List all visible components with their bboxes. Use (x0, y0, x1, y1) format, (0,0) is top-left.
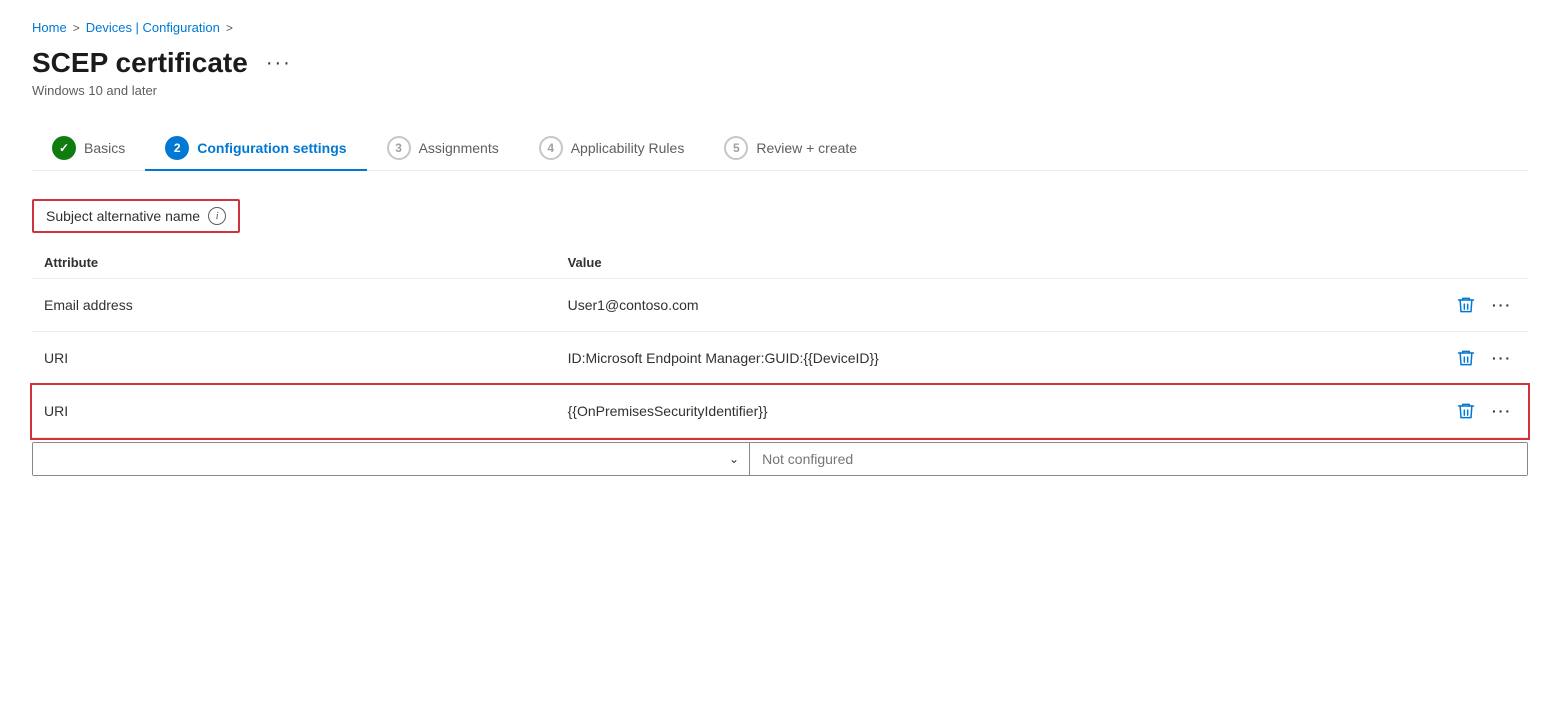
tab-applicability-number: 4 (547, 141, 554, 155)
tab-configuration-icon: 2 (165, 136, 189, 160)
cell-value: ID:Microsoft Endpoint Manager:GUID:{{Dev… (556, 332, 1379, 385)
breadcrumb-sep-1: > (73, 21, 80, 35)
cell-attribute: URI (32, 385, 556, 438)
breadcrumb: Home > Devices | Configuration > (32, 20, 1528, 35)
bottom-add-row: Email address URI User principal name ⌄ (32, 442, 1528, 476)
delete-row-button[interactable] (1452, 291, 1480, 319)
row-more-button[interactable]: ··· (1488, 346, 1516, 370)
value-input[interactable] (750, 443, 1527, 475)
tab-review-icon: 5 (724, 136, 748, 160)
tab-review[interactable]: 5 Review + create (704, 126, 877, 170)
breadcrumb-sep-2: > (226, 21, 233, 35)
tab-basics-label: Basics (84, 140, 125, 156)
attribute-table: Attribute Value Email addressUser1@conto… (32, 247, 1528, 438)
delete-row-button[interactable] (1452, 344, 1480, 372)
section-label-box: Subject alternative name i (32, 199, 240, 233)
col-header-actions (1378, 247, 1528, 279)
tab-review-label: Review + create (756, 140, 857, 156)
cell-actions: ··· (1378, 332, 1528, 385)
delete-row-button[interactable] (1452, 397, 1480, 425)
cell-value: User1@contoso.com (556, 279, 1379, 332)
row-more-button[interactable]: ··· (1488, 293, 1516, 317)
checkmark-icon: ✓ (59, 141, 69, 155)
content-section: Subject alternative name i Attribute Val… (32, 199, 1528, 476)
table-row: URIID:Microsoft Endpoint Manager:GUID:{{… (32, 332, 1528, 385)
tab-configuration[interactable]: 2 Configuration settings (145, 126, 366, 170)
trash-icon (1456, 295, 1476, 315)
cell-actions: ··· (1378, 279, 1528, 332)
table-row: Email addressUser1@contoso.com ··· (32, 279, 1528, 332)
tab-applicability[interactable]: 4 Applicability Rules (519, 126, 705, 170)
row-more-button[interactable]: ··· (1488, 399, 1516, 423)
cell-actions: ··· (1378, 385, 1528, 438)
tab-configuration-label: Configuration settings (197, 140, 346, 156)
breadcrumb-home[interactable]: Home (32, 20, 67, 35)
tab-configuration-number: 2 (174, 141, 181, 155)
cell-attribute: URI (32, 332, 556, 385)
attribute-dropdown[interactable]: Email address URI User principal name (33, 443, 749, 475)
trash-icon (1456, 401, 1476, 421)
more-options-button[interactable]: ··· (260, 48, 298, 79)
tab-assignments-label: Assignments (419, 140, 499, 156)
tab-assignments[interactable]: 3 Assignments (367, 126, 519, 170)
info-icon[interactable]: i (208, 207, 226, 225)
section-label-text: Subject alternative name (46, 208, 200, 224)
page-title: SCEP certificate (32, 47, 248, 79)
tab-assignments-icon: 3 (387, 136, 411, 160)
tab-review-number: 5 (733, 141, 740, 155)
table-row: URI{{OnPremisesSecurityIdentifier}} ··· (32, 385, 1528, 438)
cell-attribute: Email address (32, 279, 556, 332)
tab-applicability-label: Applicability Rules (571, 140, 685, 156)
tab-assignments-number: 3 (395, 141, 402, 155)
attribute-dropdown-wrapper: Email address URI User principal name ⌄ (33, 443, 750, 475)
cell-value: {{OnPremisesSecurityIdentifier}} (556, 385, 1379, 438)
breadcrumb-devices[interactable]: Devices | Configuration (86, 20, 220, 35)
col-header-attribute: Attribute (32, 247, 556, 279)
col-header-value: Value (556, 247, 1379, 279)
tabs-nav: ✓ Basics 2 Configuration settings 3 Assi… (32, 126, 1528, 171)
tab-basics[interactable]: ✓ Basics (32, 126, 145, 170)
page-subtitle: Windows 10 and later (32, 83, 1528, 98)
tab-basics-icon: ✓ (52, 136, 76, 160)
tab-applicability-icon: 4 (539, 136, 563, 160)
trash-icon (1456, 348, 1476, 368)
